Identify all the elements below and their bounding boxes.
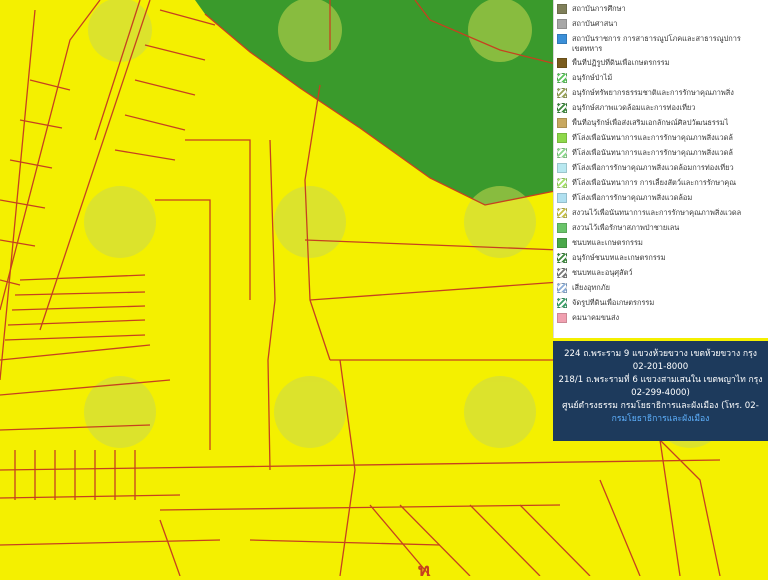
legend-item-label: อนุรักษ์ทรัพยากรธรรมชาติและการรักษาคุณภา… (572, 88, 734, 97)
legend-item-label: พื้นที่ปฏิรูปที่ดินเพื่อเกษตรกรรม (572, 58, 670, 67)
info-line-4: 02-299-4000) (631, 388, 690, 398)
legend-item-label: เสี่ยงอุทกภัย (572, 283, 610, 292)
legend-swatch (557, 268, 567, 278)
legend-swatch (557, 313, 567, 323)
department-link[interactable]: กรมโยธาธิการและผังเมือง (553, 413, 768, 426)
legend-item-label: ที่โล่งเพื่อนันทนาการและการรักษาคุณภาพสิ… (572, 148, 733, 157)
legend-item: จัดรูปที่ดินเพื่อเกษตรกรรม (554, 298, 768, 308)
legend-swatch (557, 298, 567, 308)
legend-swatch (557, 223, 567, 233)
legend-swatch (557, 58, 567, 68)
watermark-seal (468, 0, 532, 62)
legend-item: ที่โล่งเพื่อนันทนาการ การเลี้ยงสัตว์และก… (554, 178, 768, 188)
legend-item-label: ชนบทและอนุศุสัตว์ (572, 268, 633, 277)
legend-item: อนุรักษ์ชนบทและเกษตรกรรม (554, 253, 768, 263)
legend-item: เสี่ยงอุทกภัย (554, 283, 768, 293)
watermark-seal (88, 0, 152, 62)
legend-swatch (557, 253, 567, 263)
legend-item: ที่โล่งเพื่อการรักษาคุณภาพสิ่งแวดล้อม (554, 193, 768, 203)
info-line-1: 224 ถ.พระราม 9 แขวงห้วยขวาง เขตห้วยขวาง … (564, 349, 757, 359)
legend-item: สถาบันศาสนา (554, 19, 768, 29)
legend-item-label: สถาบันการศึกษา (572, 4, 626, 13)
legend-item: พื้นที่ปฏิรูปที่ดินเพื่อเกษตรกรรม (554, 58, 768, 68)
legend-item: อนุรักษ์ป่าไม้ (554, 73, 768, 83)
legend-item: ชนบทและอนุศุสัตว์ (554, 268, 768, 278)
info-line-3: 218/1 ถ.พระรามที่ 6 แขวงสามเสนใน เขตพญาไ… (558, 375, 763, 385)
legend-item: ที่โล่งเพื่อการรักษาคุณภาพสิ่งแวดล้อมการ… (554, 163, 768, 173)
legend-item-label: ที่โล่งเพื่อการรักษาคุณภาพสิ่งแวดล้อมการ… (572, 163, 734, 172)
legend-swatch (557, 208, 567, 218)
legend-swatch (557, 73, 567, 83)
legend-swatch (557, 283, 567, 293)
legend-item-label: สถาบันราชการ การสาธารณูปโภคและสาธารณูปกา… (572, 34, 741, 43)
legend-item: อนุรักษ์สภาพแวดล้อมและการท่องเที่ยว (554, 103, 768, 113)
legend-item: คมนาคมขนส่ง (554, 313, 768, 323)
legend-item: ที่โล่งเพื่อนันทนาการและการรักษาคุณภาพสิ… (554, 148, 768, 158)
legend-item-label: คมนาคมขนส่ง (572, 313, 620, 322)
legend-swatch (557, 133, 567, 143)
info-line-2: 02-201-8000 (632, 362, 689, 372)
legend-item-label: ชนบทและเกษตรกรรม (572, 238, 643, 247)
legend-swatch (557, 178, 567, 188)
legend-swatch (557, 4, 567, 14)
legend-item: สงวนไว้เพื่อนันทนาการและการรักษาคุณภาพสิ… (554, 208, 768, 218)
legend-item: ที่โล่งเพื่อนันทนาการและการรักษาคุณภาพสิ… (554, 133, 768, 143)
legend-item-label: จัดรูปที่ดินเพื่อเกษตรกรรม (572, 298, 655, 307)
legend-item-label: ที่โล่งเพื่อนันทนาการและการรักษาคุณภาพสิ… (572, 133, 733, 142)
legend-item-label-2: เขตทหาร (572, 44, 603, 53)
legend-item: สถาบันราชการ การสาธารณูปโภคและสาธารณูปกา… (554, 34, 768, 54)
legend-item: สถาบันการศึกษา (554, 4, 768, 14)
legend-item-label: พื้นที่อนุรักษ์เพื่อส่งเสริมเอกลักษณ์ศิล… (572, 118, 729, 127)
map-label-fragment: ท (418, 560, 430, 576)
legend-swatch (557, 118, 567, 128)
legend-item-label: อนุรักษ์ป่าไม้ (572, 73, 613, 82)
watermark-seal (278, 0, 342, 62)
legend-item: อนุรักษ์ทรัพยากรธรรมชาติและการรักษาคุณภา… (554, 88, 768, 98)
watermark-seal (274, 376, 346, 448)
legend-swatch (557, 34, 567, 44)
legend-item: พื้นที่อนุรักษ์เพื่อส่งเสริมเอกลักษณ์ศิล… (554, 118, 768, 128)
watermark-seal (84, 186, 156, 258)
legend-swatch (557, 103, 567, 113)
legend-swatch (557, 163, 567, 173)
legend-item: สงวนไว้เพื่อรักษาสภาพป่าชายเลน (554, 223, 768, 233)
legend-item-label: อนุรักษ์ชนบทและเกษตรกรรม (572, 253, 666, 262)
watermark-seal (464, 376, 536, 448)
legend-swatch (557, 88, 567, 98)
legend-swatch (557, 238, 567, 248)
legend-item: ชนบทและเกษตรกรรม (554, 238, 768, 248)
legend-item-label: ที่โล่งเพื่อนันทนาการ การเลี้ยงสัตว์และก… (572, 178, 737, 187)
legend-item-label: อนุรักษ์สภาพแวดล้อมและการท่องเที่ยว (572, 103, 696, 112)
legend-item-label: สงวนไว้เพื่อรักษาสภาพป่าชายเลน (572, 223, 680, 232)
watermark-seal (274, 186, 346, 258)
legend-item-label: ที่โล่งเพื่อการรักษาคุณภาพสิ่งแวดล้อม (572, 193, 693, 202)
legend-swatch (557, 148, 567, 158)
info-line-5: ศูนย์ดำรงธรรม กรมโยธาธิการและผังเมือง (โ… (562, 401, 759, 411)
contact-info-panel: 224 ถ.พระราม 9 แขวงห้วยขวาง เขตห้วยขวาง … (553, 341, 768, 441)
legend-item-label: สถาบันศาสนา (572, 19, 618, 28)
legend-swatch (557, 19, 567, 29)
legend-swatch (557, 193, 567, 203)
legend-panel: สถาบันการศึกษา สถาบันศาสนา สถาบันราชการ … (553, 0, 768, 338)
legend-item-label: สงวนไว้เพื่อนันทนาการและการรักษาคุณภาพสิ… (572, 208, 742, 217)
